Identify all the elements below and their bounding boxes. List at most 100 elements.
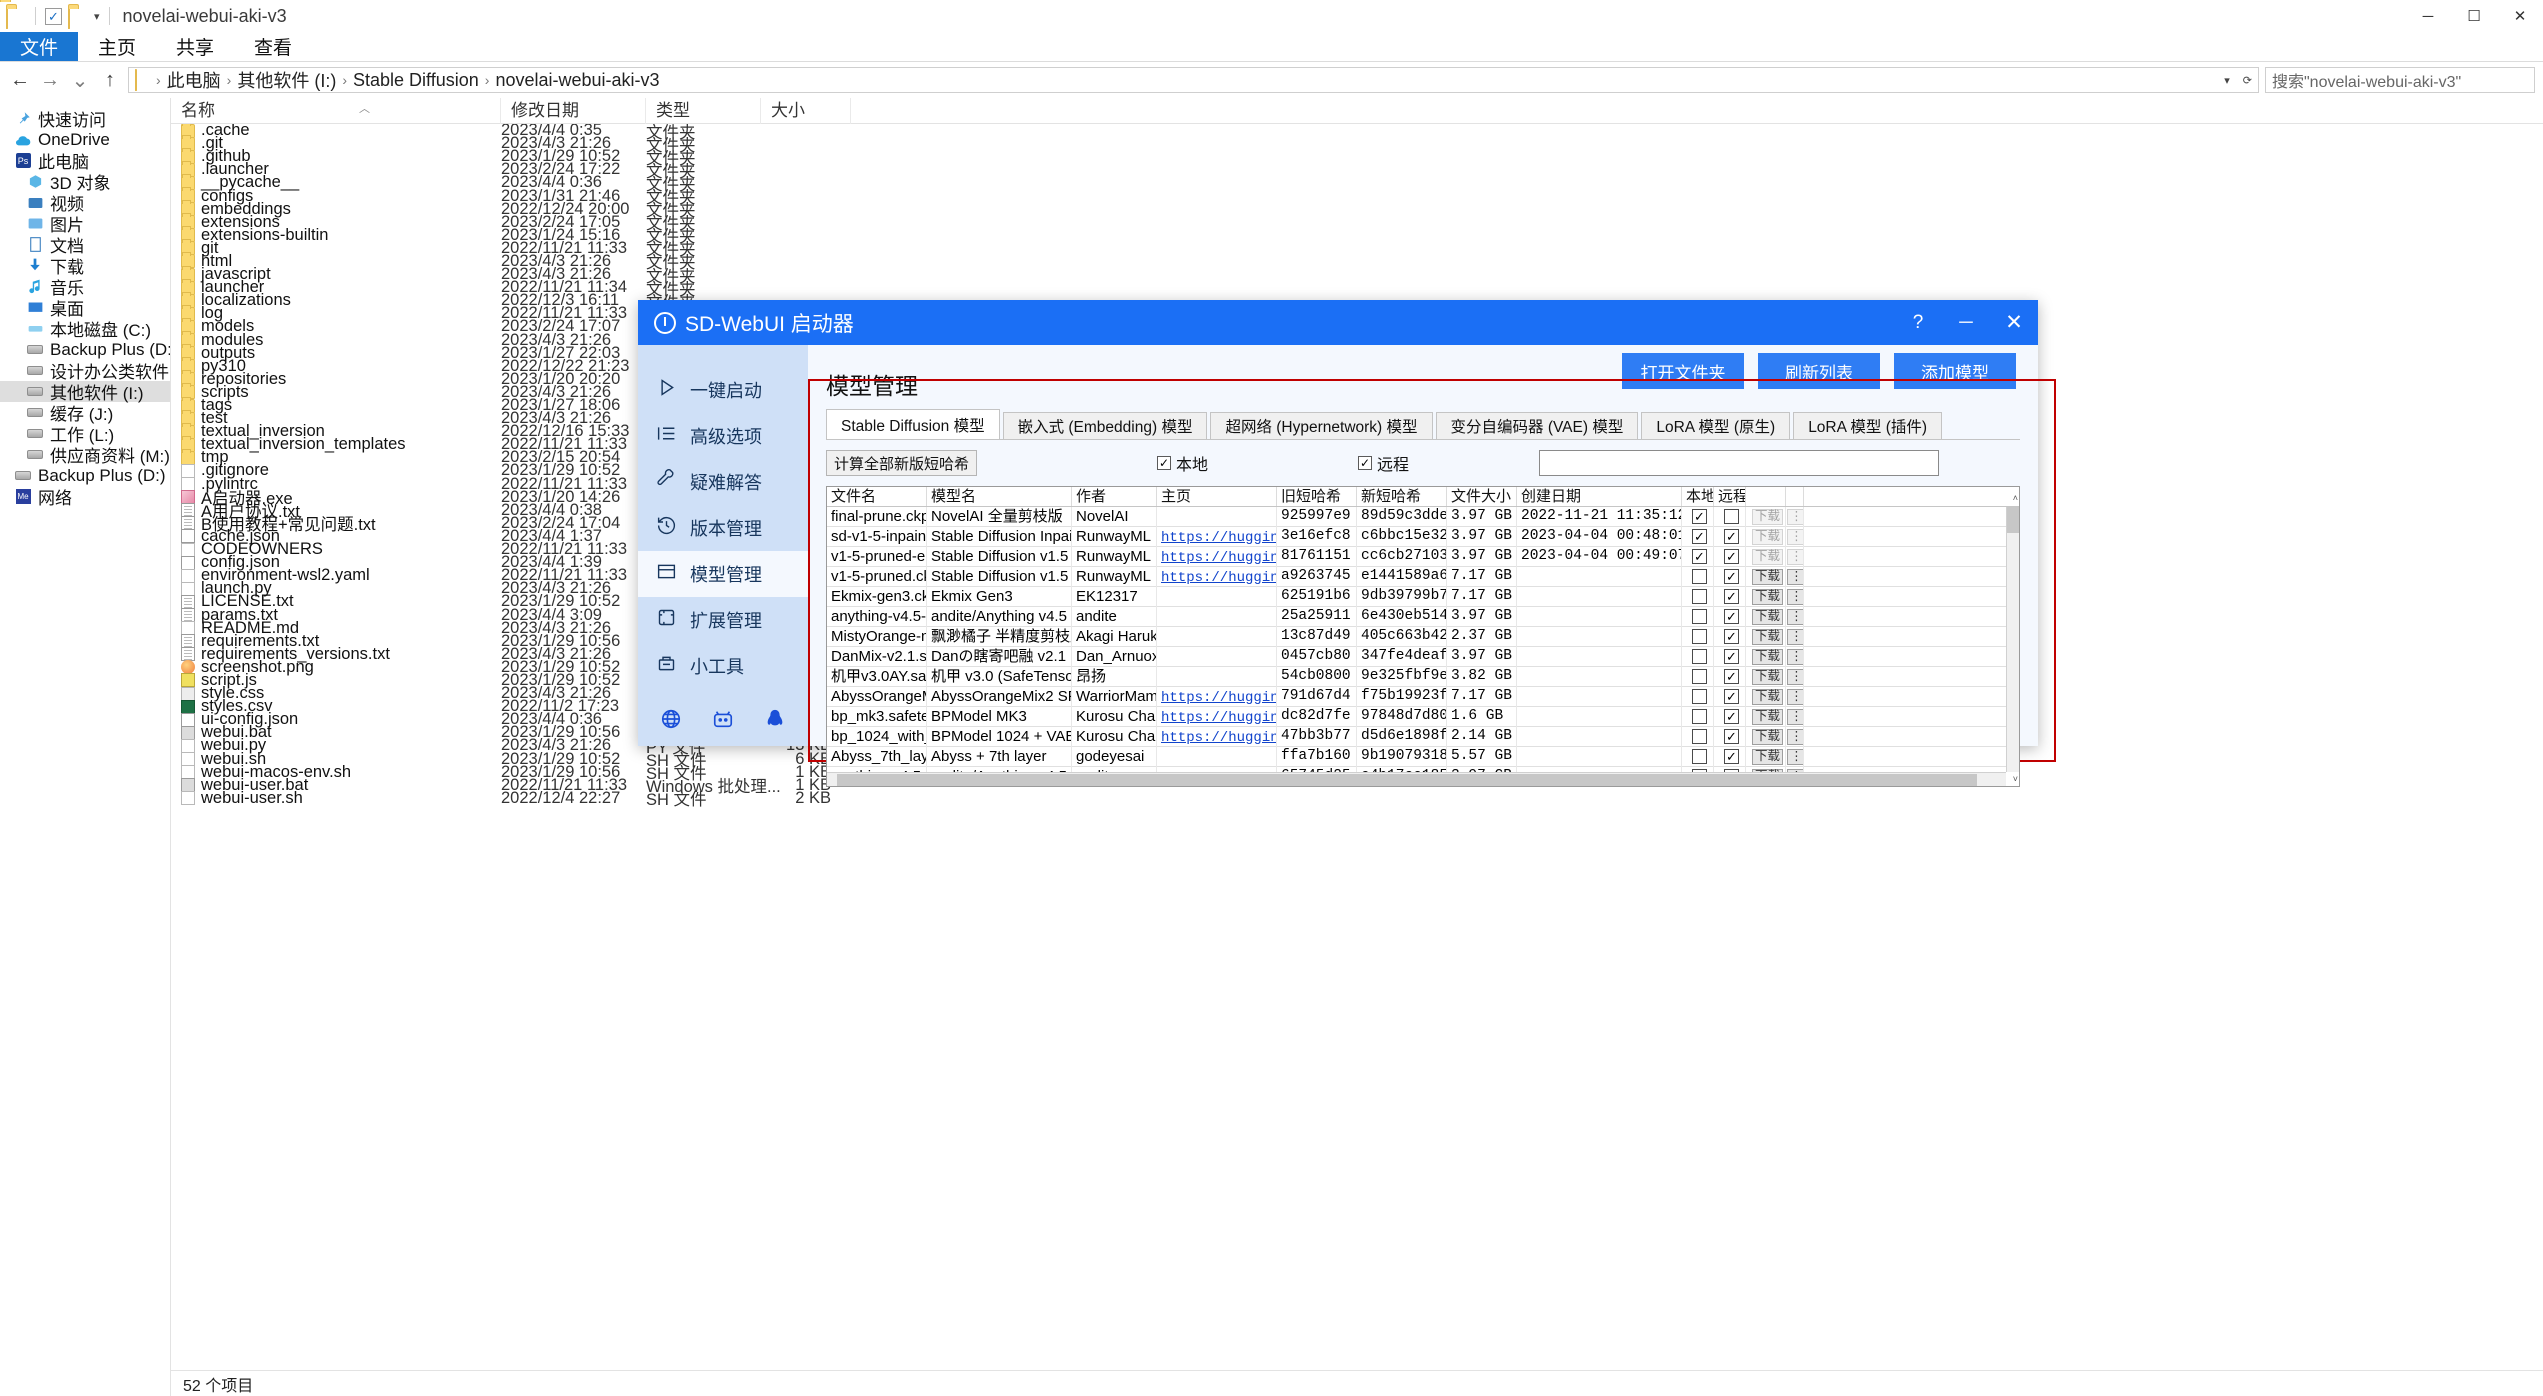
sidebar-item-9[interactable]: 桌面	[0, 297, 170, 319]
folder-icon[interactable]	[68, 6, 88, 29]
checkbox-icon[interactable]	[1692, 749, 1707, 764]
checkbox-icon[interactable]: ✓	[1692, 529, 1707, 544]
more-button[interactable]: ⋮	[1787, 668, 1803, 685]
download-button[interactable]: 下载	[1751, 728, 1783, 745]
checkbox-icon[interactable]: ✓	[1157, 456, 1172, 470]
ribbon-tab-file[interactable]: 文件	[0, 32, 79, 61]
grid-column-5[interactable]: 新短哈希	[1357, 487, 1447, 506]
model-local-checkbox[interactable]: ✓	[1682, 546, 1714, 567]
tab-1[interactable]: 嵌入式 (Embedding) 模型	[1002, 412, 1208, 439]
more-button[interactable]: ⋮	[1787, 688, 1803, 705]
model-more-cell[interactable]: ⋮	[1786, 506, 1804, 527]
sidebar-item-0[interactable]: 快速访问	[0, 108, 170, 130]
model-more-cell[interactable]: ⋮	[1786, 646, 1804, 667]
checkbox-icon[interactable]: ✓	[1724, 569, 1739, 584]
checkbox-icon[interactable]	[1692, 669, 1707, 684]
model-row[interactable]: Abyss_7th_layer.clAbyss + 7th layergodey…	[827, 746, 2019, 767]
model-local-checkbox[interactable]	[1682, 706, 1714, 727]
tab-2[interactable]: 超网络 (Hypernetwork) 模型	[1210, 412, 1433, 439]
model-homepage[interactable]	[1157, 586, 1277, 607]
download-button[interactable]: 下载	[1751, 748, 1783, 765]
sd-nav-item-5[interactable]: 扩展管理	[638, 597, 808, 643]
recent-locations-button[interactable]: ⌄	[68, 68, 92, 93]
checkbox-icon[interactable]: ✓	[1724, 549, 1739, 564]
model-row[interactable]: v1-5-pruned.ckptStable Diffusion v1.5 完整…	[827, 566, 2019, 587]
download-button[interactable]: 下载	[1751, 648, 1783, 665]
globe-icon[interactable]	[658, 706, 684, 732]
more-button[interactable]: ⋮	[1787, 608, 1803, 625]
model-row[interactable]: final-prune.ckpt NovelAI 全量剪枝版 NovelAI 9259…	[827, 506, 2019, 527]
tab-4[interactable]: LoRA 模型 (原生)	[1641, 412, 1791, 439]
model-local-checkbox[interactable]	[1682, 787, 1714, 788]
model-row[interactable]: bp_1024_with_vaeBPModel 1024 + VAE & TEK…	[827, 726, 2019, 747]
model-remote-checkbox[interactable]: ✓	[1714, 606, 1746, 627]
ribbon-tab-view[interactable]: 查看	[234, 32, 312, 61]
refresh-icon[interactable]: ⟳	[2243, 74, 2252, 87]
model-download-cell[interactable]: 下载	[1746, 706, 1786, 727]
model-remote-checkbox[interactable]: ✓	[1714, 586, 1746, 607]
model-more-cell[interactable]: ⋮	[1786, 746, 1804, 767]
model-remote-checkbox[interactable]	[1714, 506, 1746, 527]
grid-column-2[interactable]: 作者	[1072, 487, 1157, 506]
model-local-checkbox[interactable]	[1682, 746, 1714, 767]
model-more-cell[interactable]: ⋮	[1786, 546, 1804, 567]
chevron-down-icon[interactable]: ˅	[2013, 774, 2018, 784]
checkbox-icon[interactable]	[1692, 649, 1707, 664]
download-button[interactable]: 下载	[1751, 548, 1783, 565]
download-button[interactable]: 下载	[1751, 688, 1783, 705]
model-more-cell[interactable]: ⋮	[1786, 526, 1804, 547]
breadcrumb-item-2[interactable]: Stable Diffusion	[350, 70, 482, 91]
local-filter-checkbox[interactable]: ✓ 本地	[1157, 451, 1208, 475]
checkbox-icon[interactable]: ✓	[1724, 529, 1739, 544]
breadcrumb-item-3[interactable]: novelai-webui-aki-v3	[492, 70, 662, 91]
sd-nav-item-4[interactable]: 模型管理	[638, 551, 808, 597]
model-row[interactable]: AbyssOrangeMix2AbyssOrangeMix2 SFWWarrio…	[827, 686, 2019, 707]
checkbox-icon[interactable]: ✓	[1724, 709, 1739, 724]
model-download-cell[interactable]: 下载	[1746, 746, 1786, 767]
sidebar-item-7[interactable]: 下载	[0, 255, 170, 277]
model-download-cell[interactable]: 下载	[1746, 646, 1786, 667]
model-remote-checkbox[interactable]: ✓	[1714, 646, 1746, 667]
homepage-link[interactable]: https://huggingfac	[1161, 710, 1276, 726]
grid-column-1[interactable]: 模型名	[927, 487, 1072, 506]
model-homepage[interactable]: https://huggingfac	[1157, 686, 1277, 707]
grid-column-3[interactable]: 主页	[1157, 487, 1277, 506]
more-button[interactable]: ⋮	[1787, 548, 1803, 565]
close-button[interactable]: ✕	[1990, 300, 2038, 345]
sidebar-item-15[interactable]: 工作 (L:)	[0, 423, 170, 445]
model-more-cell[interactable]: ⋮	[1786, 626, 1804, 647]
model-local-checkbox[interactable]	[1682, 566, 1714, 587]
chevron-up-icon[interactable]: ˄	[2013, 493, 2018, 503]
model-homepage[interactable]: https://huggingfac	[1157, 706, 1277, 727]
download-button[interactable]: 下载	[1751, 588, 1783, 605]
sidebar-item-8[interactable]: 音乐	[0, 276, 170, 298]
search-input[interactable]: 搜索"novelai-webui-aki-v3"	[2265, 67, 2535, 93]
sidebar-item-5[interactable]: 图片	[0, 213, 170, 235]
up-button[interactable]: ↑	[98, 69, 122, 92]
model-download-cell[interactable]: 下载	[1746, 586, 1786, 607]
chevron-down-icon[interactable]: ▾	[2224, 74, 2230, 87]
model-local-checkbox[interactable]	[1682, 586, 1714, 607]
sidebar-item-16[interactable]: 供应商资料 (M:)	[0, 444, 170, 466]
model-local-checkbox[interactable]	[1682, 646, 1714, 667]
model-remote-checkbox[interactable]: ✓	[1714, 526, 1746, 547]
model-row[interactable]: DanMix-v2.1.safetDanの瞎寄吧融 v2.1 (SafeTens…	[827, 646, 2019, 667]
maximize-button[interactable]: ☐	[2451, 0, 2497, 32]
scrollbar-thumb[interactable]	[837, 774, 1977, 786]
folder-icon[interactable]	[6, 6, 26, 29]
checkbox-icon[interactable]: ✓	[1724, 609, 1739, 624]
checkbox-icon[interactable]: ✓	[1724, 689, 1739, 704]
grid-column-7[interactable]: 创建日期	[1517, 487, 1682, 506]
grid-column-8[interactable]: 本地	[1682, 487, 1714, 506]
model-download-cell[interactable]: 下载	[1746, 666, 1786, 687]
scrollbar-thumb[interactable]	[2007, 507, 2019, 533]
model-download-cell[interactable]: 下载	[1746, 726, 1786, 747]
model-row[interactable]: v1-5-pruned-emaStable Diffusion v1.5 剪枝版…	[827, 546, 2019, 567]
breadcrumb-item-1[interactable]: 其他软件 (I:)	[234, 67, 339, 93]
model-homepage[interactable]	[1157, 626, 1277, 647]
model-remote-checkbox[interactable]: ✓	[1714, 566, 1746, 587]
checkbox-icon[interactable]: ✓	[1724, 629, 1739, 644]
model-more-cell[interactable]: ⋮	[1786, 566, 1804, 587]
model-local-checkbox[interactable]: ✓	[1682, 526, 1714, 547]
help-button[interactable]: ?	[1894, 300, 1942, 345]
